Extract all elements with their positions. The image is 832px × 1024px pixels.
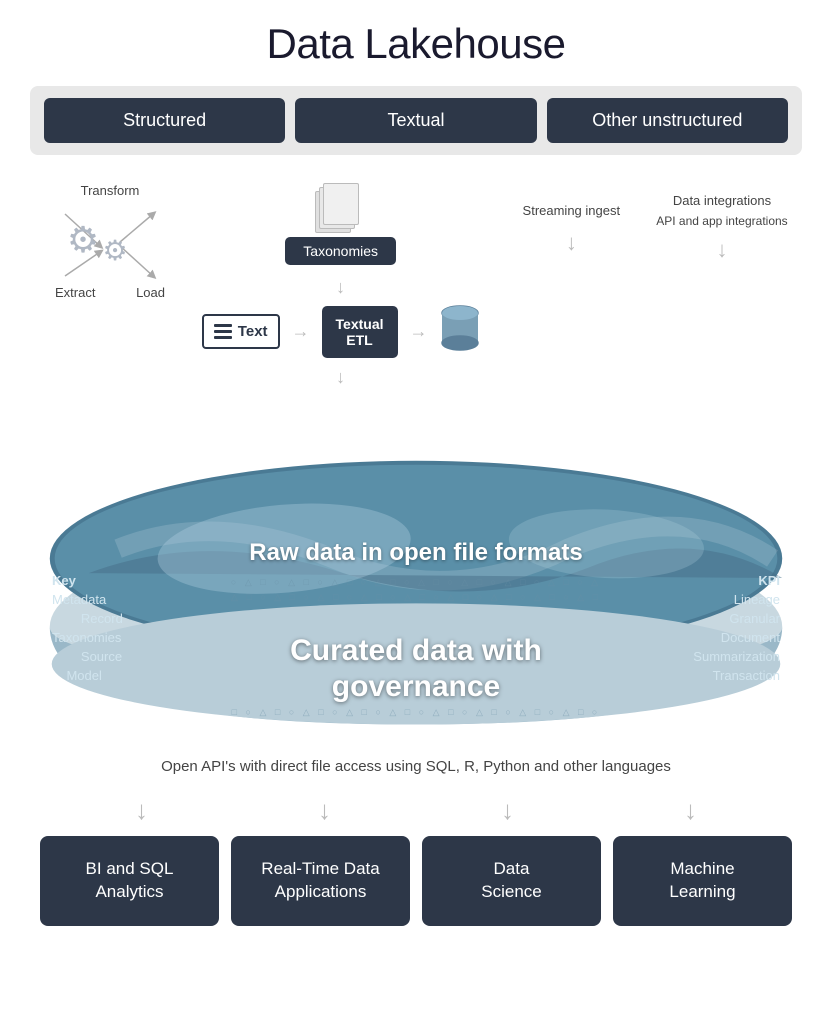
category-structured: Structured	[44, 98, 285, 143]
pattern-row-3: □ ○ △ □ ○ △ □ ○ △ □ ○ △ □ ○ △ □ ○ △ □ ○ …	[40, 707, 792, 718]
flow-arrow-2: →	[410, 321, 428, 342]
arrow-realtime: ↓	[245, 795, 405, 826]
etl-block: Transform	[40, 183, 180, 300]
card-data-science: Data Science	[422, 836, 601, 926]
pattern-row-2: △ □ ○ △ □ ○ △ □ ○ △ □ ○ △ □ ○ △ □ ○ △ □ …	[40, 592, 792, 603]
curated-area: ○ △ □ ○ △ □ ○ △ □ ○ △ □ ○ △ □ ○ △ □ ○ △ …	[40, 577, 792, 718]
text-etl-row: Text → Textual ETL →	[202, 304, 480, 359]
card-realtime: Real-Time Data Applications	[231, 836, 410, 926]
svg-text:⚙: ⚙	[67, 219, 99, 260]
label-granular: Granular	[729, 611, 780, 626]
label-model: Model	[52, 668, 123, 683]
flow-arrow-1: →	[292, 321, 310, 342]
card-bi-sql: BI and SQL Analytics	[40, 836, 219, 926]
bottom-cards: BI and SQL Analytics Real-Time Data Appl…	[30, 836, 802, 926]
label-document: Document	[721, 630, 780, 645]
label-taxonomies: Taxonomies	[52, 630, 123, 645]
data-integrations-label: Data integrations	[673, 193, 771, 210]
label-source: Source	[52, 649, 123, 664]
integrations-block: Data integrations API and app integratio…	[652, 183, 792, 263]
streaming-block: Streaming ingest ↓	[501, 183, 641, 256]
label-kpi: KPI	[758, 573, 780, 588]
label-metadata: Metadata	[52, 592, 123, 607]
lake-content: Raw data in open file formats ○ △ □ ○ △ …	[40, 418, 792, 738]
right-disk-labels: KPI Lineage Granular Document Summarizat…	[693, 573, 780, 683]
arrow-bi: ↓	[62, 795, 222, 826]
database-icon	[440, 304, 480, 359]
categories-row: Structured Textual Other unstructured	[30, 86, 802, 155]
lake-disk: Raw data in open file formats ○ △ □ ○ △ …	[40, 418, 792, 738]
api-integrations-label: API and app integrations	[656, 214, 787, 230]
raw-data-label: Raw data in open file formats	[249, 539, 582, 567]
textual-etl-block: Taxonomies ↓ Text → Textual	[191, 183, 491, 388]
open-api-text: Open API's with direct file access using…	[30, 758, 802, 775]
integrations-arrow: ↓	[716, 237, 727, 263]
text-lines-icon	[214, 324, 232, 339]
curated-data-label: Curated data withgovernance	[40, 633, 792, 705]
streaming-label: Streaming ingest	[523, 203, 621, 220]
category-other: Other unstructured	[547, 98, 788, 143]
transform-label: Transform	[81, 183, 140, 198]
streaming-arrow: ↓	[566, 230, 577, 256]
taxonomy-down-arrow: ↓	[336, 277, 345, 298]
pattern-row-1: ○ △ □ ○ △ □ ○ △ □ ○ △ □ ○ △ □ ○ △ □ ○ △ …	[40, 577, 792, 588]
label-record: Record	[52, 611, 123, 626]
label-lineage: Lineage	[734, 592, 780, 607]
taxonomies-badge: Taxonomies	[285, 237, 396, 265]
label-summarization: Summarization	[693, 649, 780, 664]
textual-down-arrow: ↓	[336, 367, 345, 388]
label-key: Key	[52, 573, 123, 588]
lake-section: Raw data in open file formats ○ △ □ ○ △ …	[40, 418, 792, 738]
page-title: Data Lakehouse	[30, 20, 802, 68]
etl-arrows-svg: ⚙ ⚙	[55, 204, 165, 289]
card-ml: Machine Learning	[613, 836, 792, 926]
left-disk-labels: Key Metadata Record Taxonomies Source Mo…	[52, 573, 123, 683]
arrow-ml: ↓	[611, 795, 771, 826]
textual-etl-badge: Textual ETL	[322, 306, 398, 358]
text-label: Text	[238, 323, 268, 340]
category-textual: Textual	[295, 98, 536, 143]
svg-text:⚙: ⚙	[102, 235, 127, 266]
bottom-arrows-row: ↓ ↓ ↓ ↓	[30, 795, 802, 826]
arrow-datascience: ↓	[428, 795, 588, 826]
ingestion-section: Transform	[30, 183, 802, 388]
page-container: Data Lakehouse Structured Textual Other …	[0, 0, 832, 956]
label-transaction: Transaction	[713, 668, 780, 683]
